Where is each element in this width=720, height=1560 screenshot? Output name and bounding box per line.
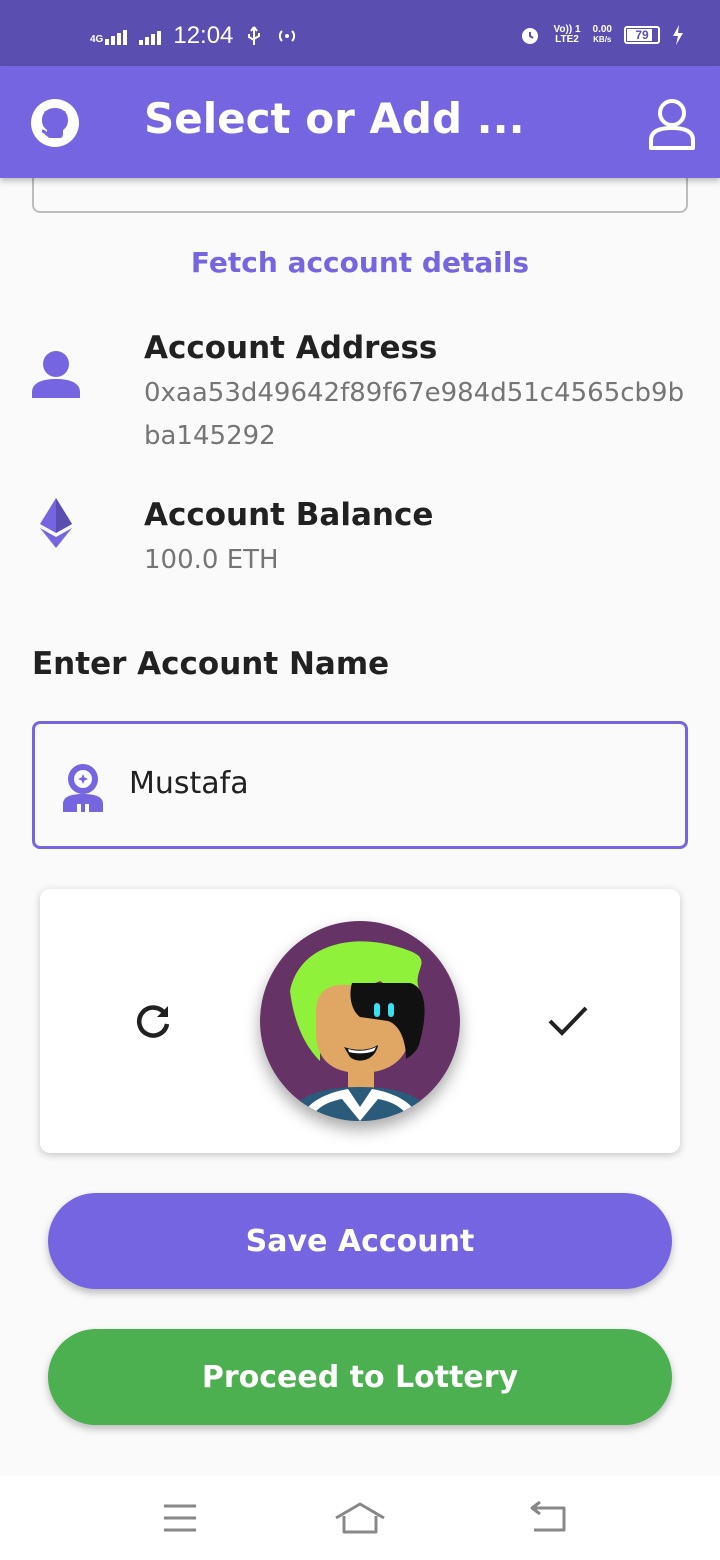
network-speed: 0.00 KB/s bbox=[592, 24, 612, 45]
menu-icon[interactable] bbox=[150, 1498, 210, 1538]
battery-level: 79 bbox=[635, 28, 649, 42]
save-account-button[interactable]: Save Account bbox=[48, 1193, 672, 1289]
account-name-field[interactable]: Mustafa bbox=[32, 721, 688, 849]
account-address-value: 0xaa53d49642f89f67e984d51c4565cb9bba1452… bbox=[144, 378, 685, 451]
network-signal-icon: 4G bbox=[90, 27, 128, 45]
user-icon[interactable] bbox=[646, 96, 698, 152]
account-name-input[interactable]: Mustafa bbox=[129, 766, 249, 801]
hotspot-icon bbox=[279, 30, 296, 42]
back-icon[interactable] bbox=[518, 1498, 578, 1538]
usb-icon bbox=[248, 26, 261, 45]
clock: 12:04 bbox=[173, 22, 234, 49]
battery-icon: 79 bbox=[624, 26, 660, 44]
account-address-title: Account Address bbox=[144, 330, 438, 366]
avatar bbox=[260, 921, 460, 1121]
charging-icon bbox=[673, 25, 683, 45]
account-balance-title: Account Balance bbox=[144, 497, 434, 533]
app-bar: Select or Add ... bbox=[0, 66, 720, 178]
github-icon[interactable] bbox=[30, 98, 80, 148]
astronaut-icon bbox=[63, 764, 103, 812]
account-balance-value: 100.0 ETH bbox=[144, 545, 279, 575]
system-navigation-bar bbox=[0, 1476, 720, 1560]
volte-indicator: Vo)) 1 LTE2 bbox=[553, 24, 581, 45]
account-name-label: Enter Account Name bbox=[32, 646, 390, 682]
proceed-to-lottery-button[interactable]: Proceed to Lottery bbox=[48, 1329, 672, 1425]
status-bar: 4G 12:04 Vo)) 1 LTE2 0.00 KB/s 79 bbox=[0, 0, 720, 66]
avatar-picker-card bbox=[40, 889, 680, 1153]
alarm-icon bbox=[522, 28, 539, 44]
check-icon[interactable] bbox=[546, 1001, 590, 1041]
page-title: Select or Add ... bbox=[144, 94, 525, 143]
ethereum-icon bbox=[40, 498, 72, 548]
refresh-icon[interactable] bbox=[134, 1003, 172, 1041]
signal-icon bbox=[139, 27, 162, 45]
fetch-account-details-button[interactable]: Fetch account details bbox=[0, 246, 720, 279]
network-type-label: 4G bbox=[90, 34, 104, 45]
person-icon bbox=[32, 351, 80, 398]
home-icon[interactable] bbox=[330, 1498, 390, 1538]
